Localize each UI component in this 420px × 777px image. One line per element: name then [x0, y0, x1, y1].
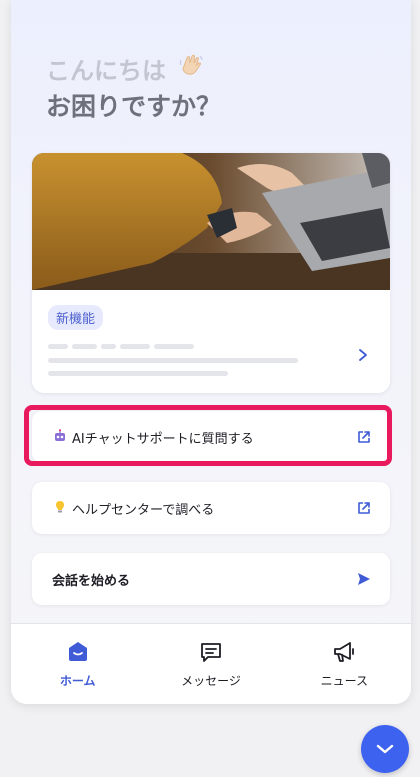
send-icon: [358, 573, 370, 585]
skeleton-line: [72, 344, 97, 349]
help-center-link[interactable]: ヘルプセンターで調べる: [32, 482, 390, 534]
tab-messages-label: メッセージ: [181, 674, 241, 688]
help-center-label-wrap: ヘルプセンターで調べる: [52, 499, 356, 518]
news-card[interactable]: 新機能: [32, 153, 390, 393]
skeleton-line: [120, 344, 150, 349]
skeleton-line: [48, 358, 298, 363]
bottom-tab-bar: ホーム メッセージ ニュース: [11, 623, 411, 704]
skeleton-line: [48, 344, 68, 349]
tab-news-label: ニュース: [320, 674, 369, 688]
greeting: こんにちは お困りですか？: [46, 52, 221, 125]
start-conversation-button[interactable]: 会話を始める: [32, 553, 390, 605]
help-center-label: ヘルプセンターで調べる: [72, 502, 215, 518]
greeting-question: お困りですか？: [46, 92, 222, 121]
tab-news[interactable]: ニュース: [278, 624, 411, 704]
greeting-hello: こんにちは: [46, 56, 166, 85]
messenger-panel: こんにちは お困りですか？ 新機能 AIチャットサポートに質問する ヘルプセンタ…: [11, 0, 411, 704]
news-image: [32, 153, 390, 290]
external-link-icon: [358, 502, 370, 514]
start-conversation-label: 会話を始める: [52, 573, 131, 589]
lightbulb-icon: [52, 500, 68, 517]
tab-home-label: ホーム: [59, 674, 96, 688]
home-icon: [68, 642, 87, 661]
chevron-right-icon: [359, 349, 367, 361]
highlight-frame: [24, 405, 392, 466]
megaphone-icon: [334, 642, 355, 662]
tab-messages[interactable]: メッセージ: [144, 624, 277, 704]
tab-home[interactable]: ホーム: [11, 624, 144, 704]
skeleton-line: [101, 344, 116, 349]
collapse-messenger-button[interactable]: [361, 725, 409, 773]
new-feature-badge: 新機能: [48, 305, 104, 330]
chevron-down-icon: [376, 744, 394, 754]
waving-hand-icon: [178, 52, 204, 89]
message-icon: [201, 643, 221, 662]
skeleton-line: [48, 371, 228, 376]
skeleton-line: [154, 344, 194, 349]
